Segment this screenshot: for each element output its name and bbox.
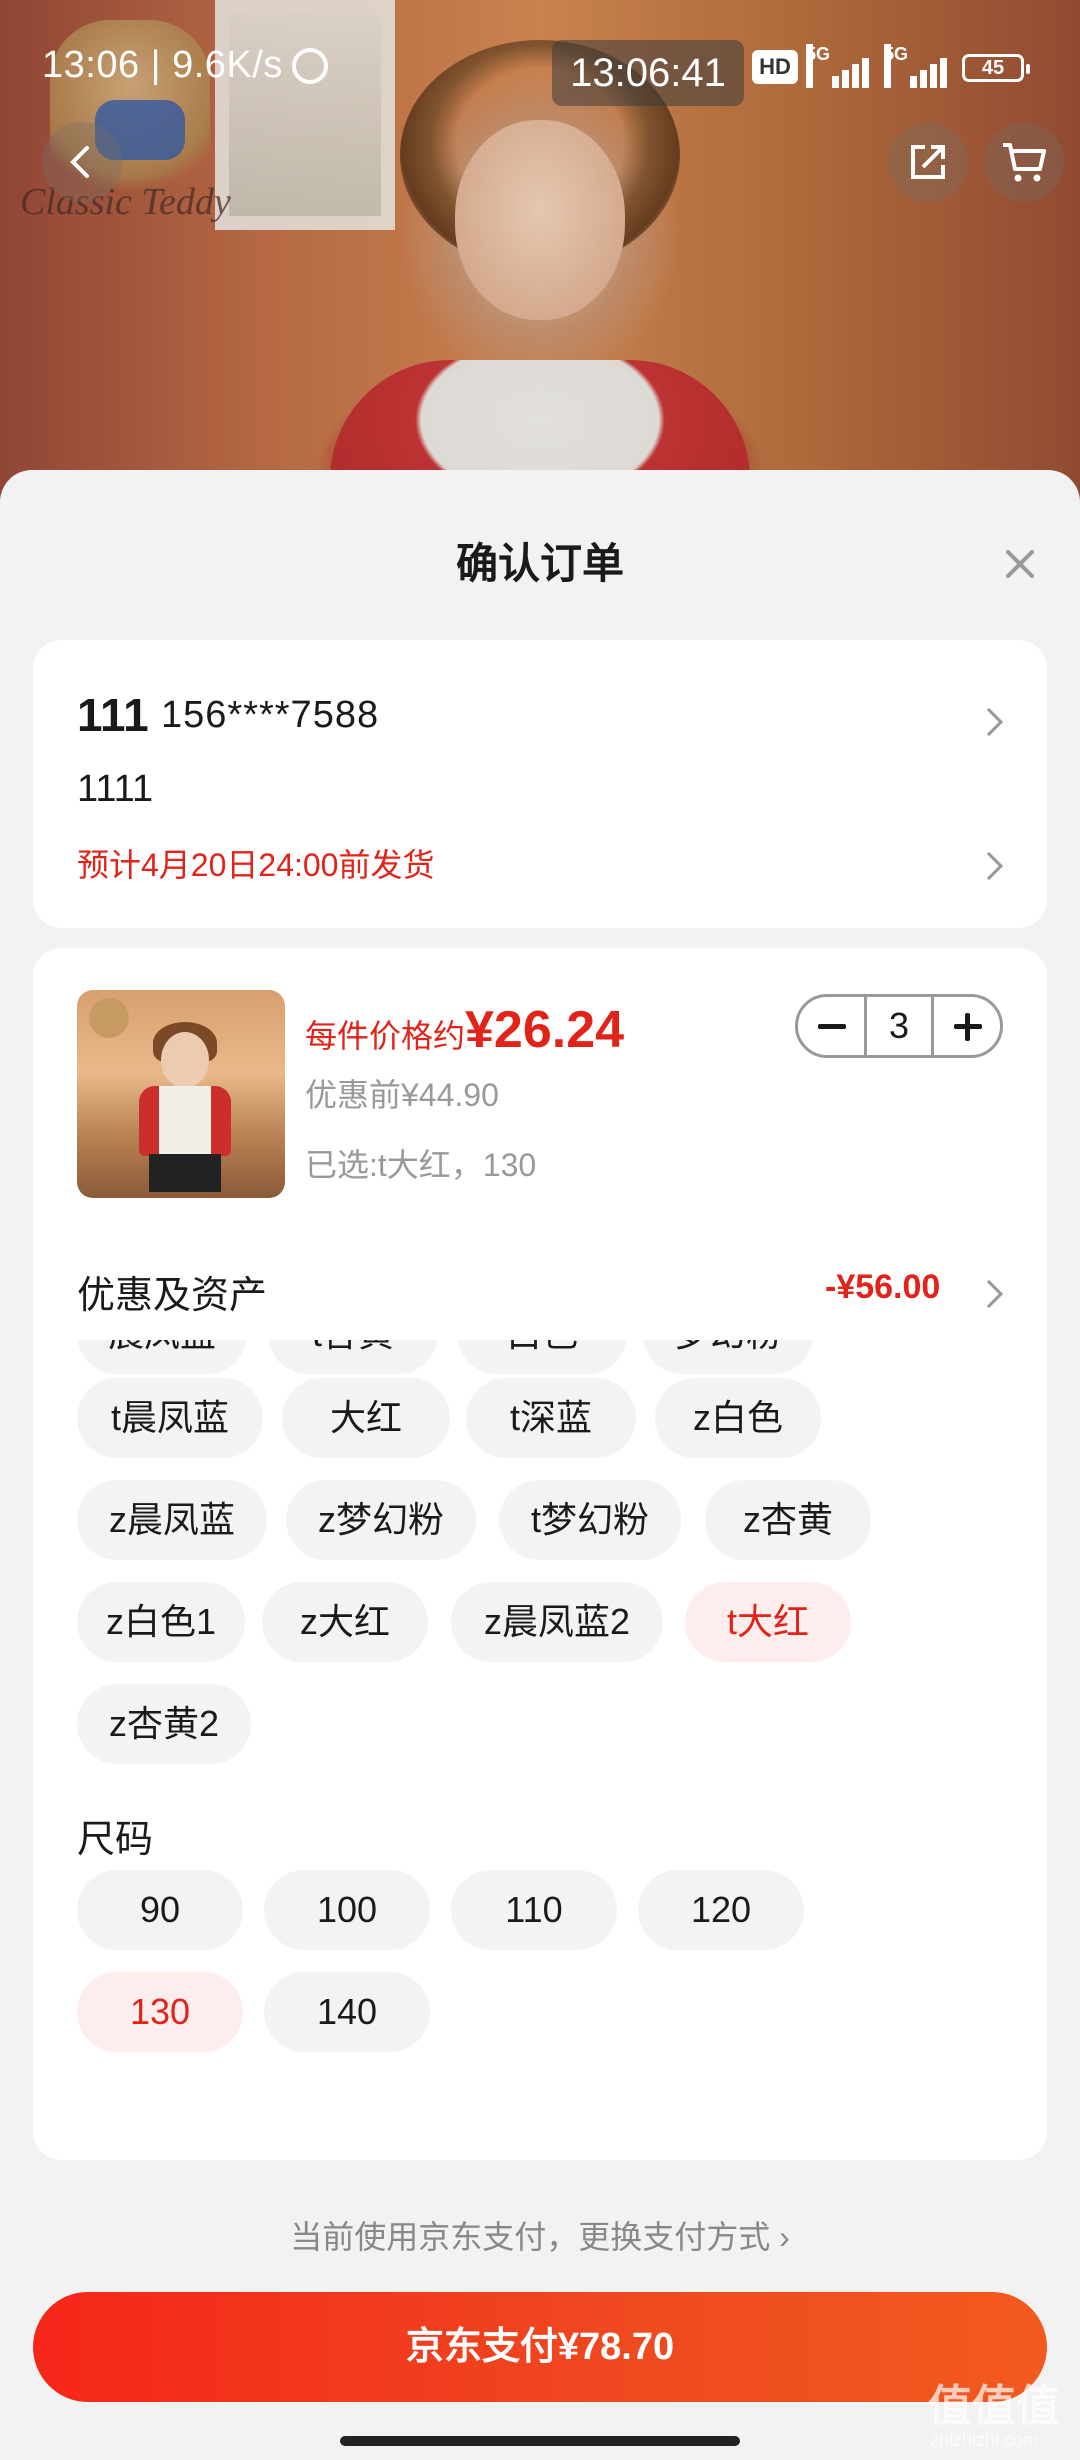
- recipient-name: 111: [77, 689, 149, 741]
- original-price: 优惠前¥44.90: [305, 1077, 499, 1113]
- share-button[interactable]: [888, 122, 968, 202]
- size-option-selected[interactable]: 130: [77, 1972, 243, 2052]
- minus-icon: [818, 1024, 846, 1029]
- confirm-order-sheet: 确认订单 111 156****7588 1111 预计4月20日24:00前发…: [0, 470, 1080, 2460]
- back-button[interactable]: [42, 122, 122, 202]
- recipient-phone: 156****7588: [161, 694, 380, 736]
- color-option[interactable]: t梦幻粉: [499, 1480, 681, 1560]
- selected-variant: 已选:t大红，130: [305, 1147, 537, 1183]
- color-option[interactable]: t深蓝: [466, 1378, 636, 1458]
- decrease-button[interactable]: [798, 997, 864, 1055]
- close-button[interactable]: [998, 542, 1042, 586]
- color-option[interactable]: 梦幻粉: [643, 1340, 813, 1374]
- quantity-value[interactable]: 3: [864, 997, 934, 1055]
- size-option[interactable]: 90: [77, 1870, 243, 1950]
- promo-value[interactable]: -¥56.00: [825, 1268, 940, 1307]
- color-option[interactable]: z梦幻粉: [286, 1480, 476, 1560]
- address-card[interactable]: 111 156****7588 1111 预计4月20日24:00前发货: [33, 640, 1047, 928]
- battery-icon: 45: [962, 54, 1030, 82]
- color-option[interactable]: z白色1: [77, 1582, 245, 1662]
- color-option-selected[interactable]: t大红: [685, 1582, 851, 1662]
- color-option[interactable]: z杏黄: [705, 1480, 871, 1560]
- unit-price: 每件价格约¥26.24: [305, 1000, 624, 1060]
- page-title: 确认订单: [455, 540, 624, 587]
- status-time: 13:06: [42, 44, 140, 86]
- back-arrow-icon: [70, 146, 89, 178]
- chevron-right-icon: [974, 851, 1004, 881]
- hd-icon: HD: [752, 50, 798, 84]
- color-option[interactable]: 大红: [282, 1378, 450, 1458]
- share-icon: [911, 145, 945, 179]
- quantity-stepper: 3: [795, 994, 1003, 1058]
- product-card: 每件价格约¥26.24 优惠前¥44.90 已选:t大红，130 3 优惠及资产…: [33, 948, 1047, 2160]
- address-detail: 1111: [77, 768, 154, 810]
- price-label: 每件价格约: [305, 1018, 466, 1054]
- product-thumbnail: [77, 990, 285, 1198]
- color-option[interactable]: z杏黄2: [77, 1684, 251, 1764]
- signal-icon-2: 5G: [884, 44, 952, 88]
- pay-button[interactable]: 京东支付¥78.70: [33, 2292, 1047, 2402]
- color-option[interactable]: 白色: [457, 1340, 627, 1374]
- size-option[interactable]: 110: [451, 1870, 617, 1950]
- size-option[interactable]: 140: [264, 1972, 430, 2052]
- chevron-right-icon: [974, 707, 1004, 737]
- chevron-right-icon: [974, 1279, 1004, 1309]
- close-icon: [1006, 550, 1034, 578]
- color-option[interactable]: z大红: [262, 1582, 428, 1662]
- color-option[interactable]: t杏黄: [268, 1340, 438, 1374]
- status-bar: 13:06 | 9.6K/s 13:06:41 HD 5G 5G 45: [0, 0, 1080, 140]
- increase-button[interactable]: [934, 997, 1000, 1055]
- status-net-speed: 9.6K/s: [172, 44, 283, 86]
- promo-label: 优惠及资产: [77, 1275, 268, 1317]
- signal-icon: 5G: [806, 44, 874, 88]
- watermark-site: zhizhizhi.com: [930, 2430, 1039, 2450]
- variant-selector: 晨凤蓝 t杏黄 白色 梦幻粉 t晨凤蓝 大红 t深蓝 z白色 z晨凤蓝 z梦幻粉…: [33, 1340, 1047, 2120]
- color-option[interactable]: z晨凤蓝: [77, 1480, 267, 1560]
- color-option[interactable]: z晨凤蓝2: [451, 1582, 663, 1662]
- home-indicator[interactable]: [340, 2436, 740, 2446]
- payment-method-switch[interactable]: 当前使用京东支付，更换支付方式 ›: [0, 2212, 1080, 2258]
- price-value: ¥26.24: [465, 1001, 625, 1059]
- cart-button[interactable]: [984, 122, 1064, 202]
- cart-icon: [1003, 143, 1046, 182]
- color-option[interactable]: z白色: [655, 1378, 821, 1458]
- size-label: 尺码: [77, 1819, 154, 1861]
- size-option[interactable]: 100: [264, 1870, 430, 1950]
- shipping-estimate: 预计4月20日24:00前发货: [77, 847, 435, 883]
- alarm-icon: [292, 48, 328, 84]
- color-option[interactable]: 晨凤蓝: [77, 1340, 247, 1374]
- floating-clock: 13:06:41: [552, 40, 744, 106]
- size-option[interactable]: 120: [638, 1870, 804, 1950]
- color-option[interactable]: t晨凤蓝: [77, 1378, 263, 1458]
- watermark-logo: 值值值: [928, 2382, 1060, 2431]
